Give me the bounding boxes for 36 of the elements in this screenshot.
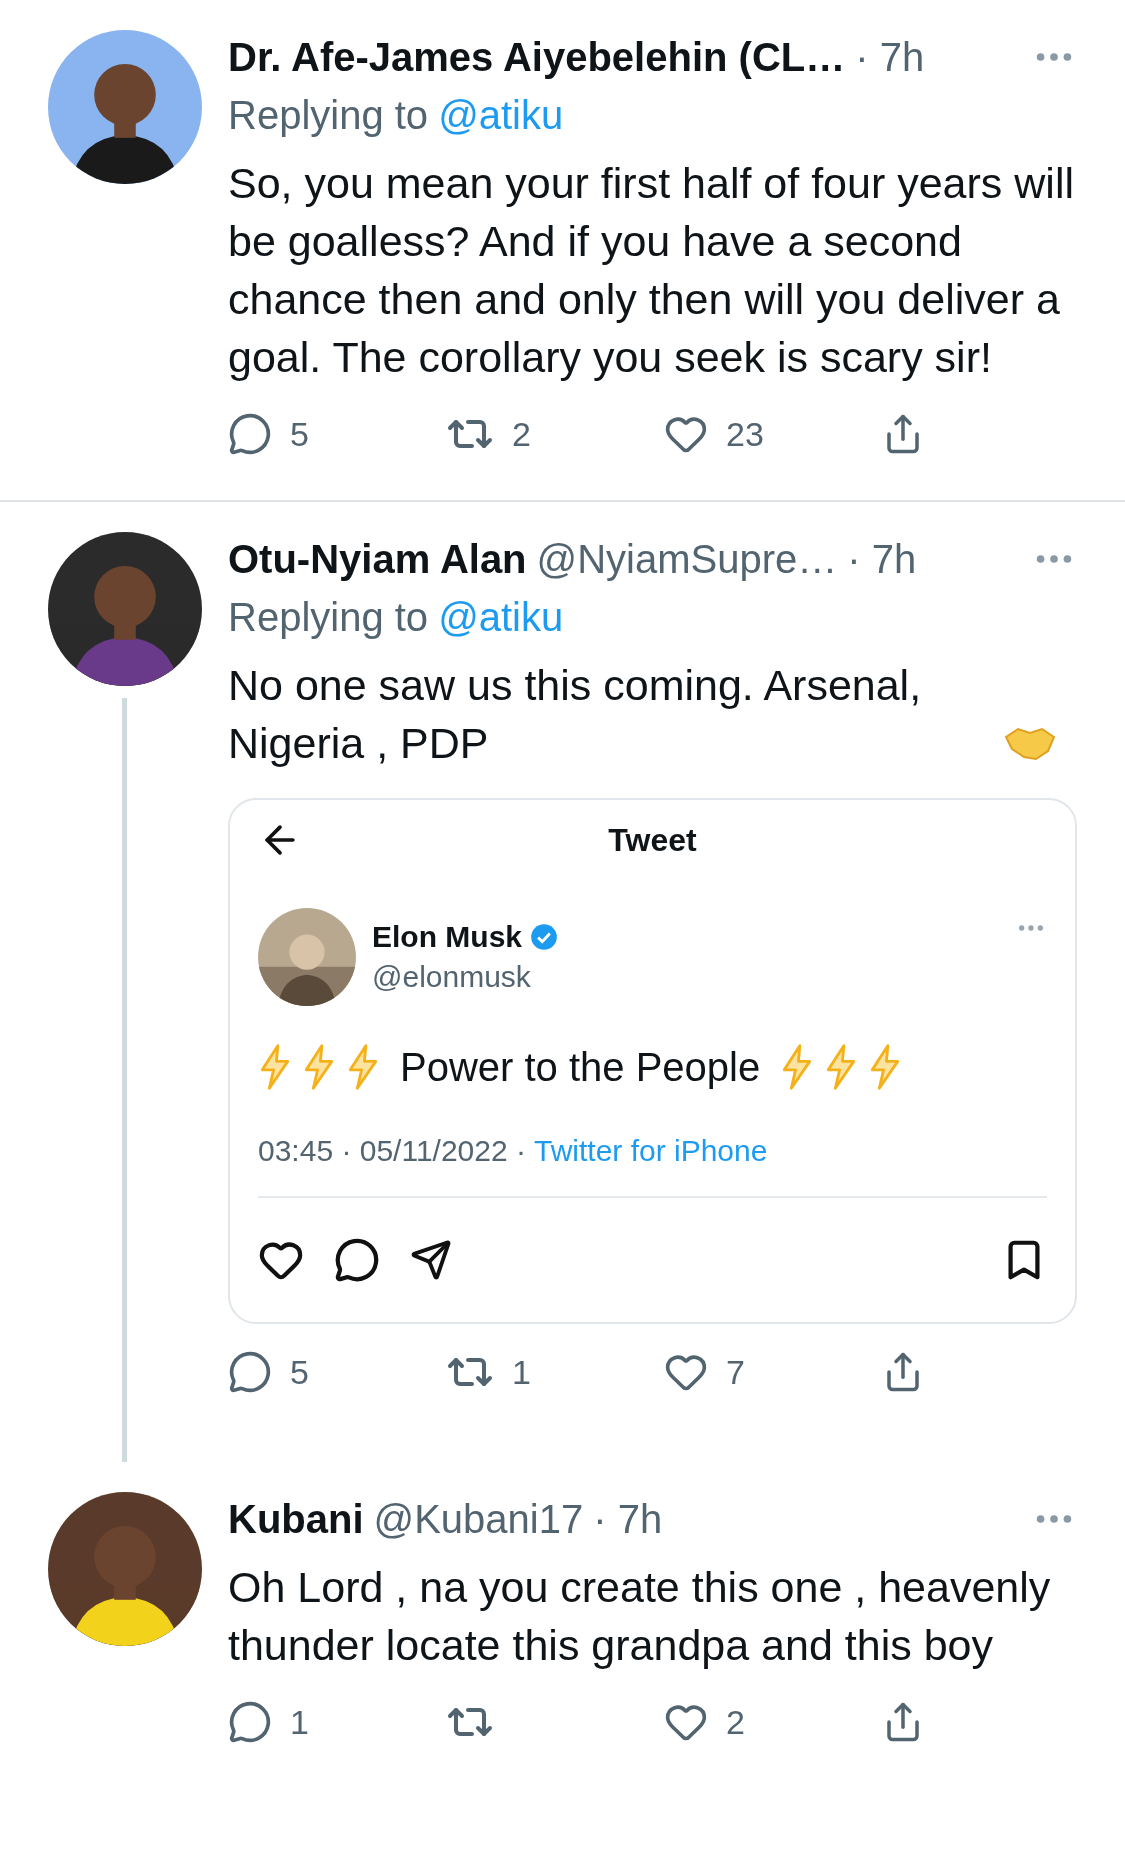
tweet-time: · 7h: [593, 1496, 663, 1542]
reply-count: 1: [290, 1702, 309, 1742]
tweet-text: No one saw us this coming. Arsenal, Nigeria , PDP: [228, 660, 923, 769]
tweet-text: So, you mean your first half of four years will be goalless? And if you have a second chance then and only then will you deliver a goal. The corollary you seek is scary sir!: [228, 158, 1076, 383]
author-handle: @elonmusk: [372, 960, 532, 994]
tweet-text: Oh Lord , na you create this one , heavenly thunder locate this grandpa and this boy: [228, 1562, 1052, 1671]
like-count: 2: [726, 1702, 745, 1742]
send-icon[interactable]: [410, 1239, 452, 1281]
display-name[interactable]: Otu-Nyiam Alan: [228, 536, 527, 582]
like-count: 23: [726, 414, 764, 454]
retweet-count: 2: [512, 414, 531, 454]
user-handle: @Kubani17: [373, 1496, 584, 1542]
lightning-icon: [302, 1044, 336, 1090]
quoted-tweet-text: Power to the People: [400, 1044, 761, 1090]
author-name: Elon Musk: [372, 920, 522, 954]
reply-count: 5: [290, 1352, 309, 1392]
display-name[interactable]: Dr. Afe-James Aiyebelehin (CL…: [228, 34, 846, 80]
reply-icon[interactable]: [228, 412, 272, 456]
reply-icon[interactable]: [228, 1700, 272, 1744]
tweet-time: · 7h: [855, 34, 925, 80]
replying-label: Replying to: [228, 92, 429, 138]
replying-label: Replying to: [228, 594, 429, 640]
reply-icon[interactable]: [228, 1350, 272, 1394]
retweet-count: 1: [512, 1352, 531, 1392]
card-title: Tweet: [608, 821, 697, 859]
verified-badge-icon: [530, 923, 558, 951]
display-name[interactable]: Kubani: [228, 1496, 364, 1542]
tweet-time: · 7h: [847, 536, 917, 582]
lightning-icon: [346, 1044, 380, 1090]
quoted-tweet-card[interactable]: Tweet Elon Musk @elonmusk Power to the People 03:45 · 05/11/2022 · Twitter for iPhone: [228, 798, 1077, 1324]
lightning-icon: [258, 1044, 292, 1090]
like-count: 7: [726, 1352, 745, 1392]
comment-icon[interactable]: [334, 1237, 380, 1283]
timestamp: 03:45 · 05/11/2022 ·: [258, 1134, 526, 1168]
user-handle: @NyiamSupre…: [536, 536, 838, 582]
reply-count: 5: [290, 414, 309, 454]
